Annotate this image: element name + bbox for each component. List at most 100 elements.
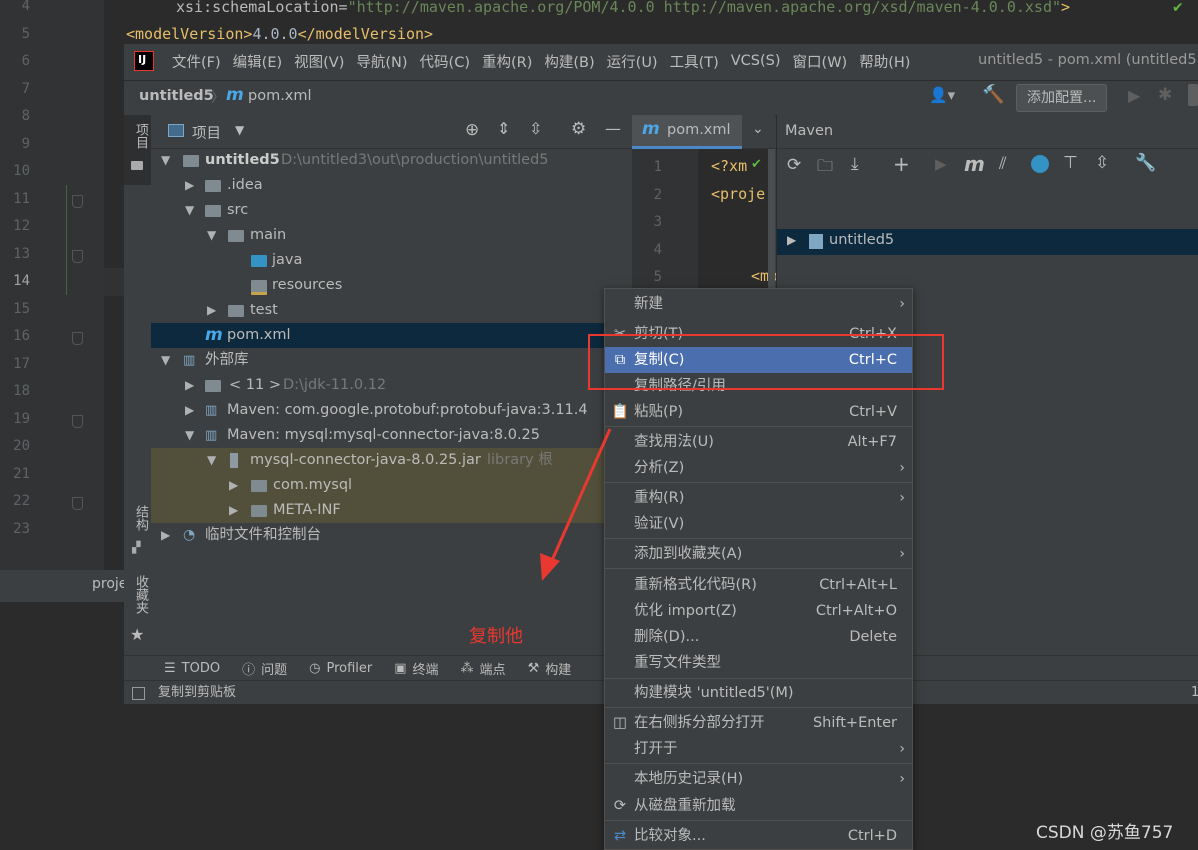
fold-marker-icon[interactable] [72,250,83,263]
chevron-right-icon[interactable]: ▶ [207,298,221,323]
chevron-down-icon[interactable]: ▼ [185,198,199,223]
menu-refactor[interactable]: 重构(R) [482,51,532,72]
menu-item-new[interactable]: 新建 › [605,291,912,317]
editor-scrollbar[interactable] [768,149,775,289]
add-configuration-button[interactable]: 添加配置... [1016,84,1108,112]
tree-item-project-root[interactable]: ▼ untitled5 D:\untitled3\out\production\… [151,148,632,173]
menu-item-reload-from-disk[interactable]: ⟳ 从磁盘重新加载 [605,793,912,819]
menu-item-find-usages[interactable]: 查找用法(U) Alt+F7 [605,429,912,455]
tree-item[interactable]: ▶ test [151,298,632,323]
menu-file[interactable]: 文件(F) [172,51,221,72]
collapse-all-icon[interactable]: ⇳ [529,119,542,138]
menu-code[interactable]: 代码(C) [420,51,470,72]
chevron-right-icon[interactable]: ▶ [185,373,199,398]
tree-item[interactable]: ▼ src [151,198,632,223]
chevron-down-icon[interactable]: ▼ [235,123,244,137]
menu-item-analyze[interactable]: 分析(Z) › [605,455,912,481]
debug-icon[interactable]: ✱ [1158,85,1172,105]
menu-tools[interactable]: 工具(T) [670,51,719,72]
breadcrumb-file[interactable]: pom.xml [248,88,312,104]
tab-pom-xml[interactable]: m pom.xml [632,115,742,149]
menu-navigate[interactable]: 导航(N) [356,51,407,72]
wrench-icon[interactable]: 🔧 [1135,153,1156,173]
tree-item[interactable]: ▼ ▥ 外部库 [151,348,632,373]
skip-tests-icon[interactable] [1031,155,1049,173]
menu-item-reformat[interactable]: 重新格式化代码(R) Ctrl+Alt+L [605,572,912,598]
menu-item-delete[interactable]: 删除(D)... Delete [605,624,912,650]
menu-item-paste[interactable]: 📋 粘贴(P) Ctrl+V [605,399,912,425]
tree-item[interactable]: ▶ < 11 > D:\jdk-11.0.12 [151,373,632,398]
coverage-icon[interactable] [1188,84,1198,106]
menu-run[interactable]: 运行(U) [607,51,658,72]
menu-vcs[interactable]: VCS(S) [731,53,781,69]
fold-marker-icon[interactable] [72,332,83,345]
run-icon[interactable]: ▶ [1128,86,1140,105]
tree-item[interactable]: ▶ .idea [151,173,632,198]
chevron-right-icon[interactable]: ▶ [185,398,199,423]
menu-edit[interactable]: 编辑(E) [233,51,282,72]
collapse-icon[interactable]: ⇳ [1095,153,1109,173]
gear-icon[interactable]: ⚙ [571,119,586,139]
maven-goal-icon[interactable]: m [964,152,985,176]
show-dependencies-icon[interactable]: ⊤ [1063,153,1078,173]
expand-all-icon[interactable]: ⇕ [497,119,510,138]
tool-profiler[interactable]: Profiler [326,661,372,676]
tool-todo[interactable]: TODO [182,661,220,676]
status-toggle-icon[interactable] [132,687,145,700]
plus-icon[interactable]: + [893,152,910,176]
tree-item[interactable]: java [151,248,632,273]
chevron-right-icon[interactable]: ▶ [161,523,175,548]
menu-help[interactable]: 帮助(H) [859,51,910,72]
maven-project-item[interactable]: ▶ untitled5 [777,229,1198,255]
menu-item-validate[interactable]: 验证(V) [605,511,912,537]
chevron-right-icon[interactable]: ▶ [185,173,199,198]
chevron-right-icon[interactable]: ▶ [787,233,796,247]
menu-item-compare[interactable]: ⇄ 比较对象... Ctrl+D [605,823,912,849]
fold-marker-icon[interactable] [72,497,83,510]
chevron-down-icon[interactable]: ⌄ [752,121,764,137]
toggle-offline-icon[interactable]: ⫽ [999,154,1007,174]
user-icon[interactable]: 👤▾ [929,86,955,104]
chevron-right-icon[interactable]: ▶ [229,498,243,523]
locate-icon[interactable]: ⊕ [465,120,479,140]
chevron-down-icon[interactable]: ▼ [161,148,175,173]
chevron-down-icon[interactable]: ▼ [161,348,175,373]
tool-problems[interactable]: 问题 [261,659,287,678]
fold-marker-icon[interactable] [72,195,83,208]
project-tool-tab[interactable]: 项目 [124,115,151,185]
menu-window[interactable]: 窗口(W) [793,51,848,72]
breadcrumb-project[interactable]: untitled5 [139,88,214,104]
tree-item[interactable]: ▶ ▥ Maven: com.google.protobuf:protobuf-… [151,398,632,423]
run-icon[interactable]: ▶ [935,155,947,173]
reload-icon[interactable]: ⟳ [787,155,801,175]
add-maven-project-icon[interactable]: 🗀 [817,155,833,182]
tool-endpoints[interactable]: 端点 [480,659,506,678]
menu-build[interactable]: 构建(B) [544,51,594,72]
fold-marker-icon[interactable] [72,415,83,428]
menu-item-override-file-type[interactable]: 重写文件类型 [605,650,912,676]
hide-icon[interactable]: — [605,119,621,138]
menu-view[interactable]: 视图(V) [294,51,344,72]
favorites-tool-tab[interactable]: 收藏夹 ★ [124,575,151,650]
tool-terminal[interactable]: 终端 [413,659,439,678]
tree-item-selected[interactable]: m pom.xml [151,323,632,348]
menu-item-optimize-imports[interactable]: 优化 import(Z) Ctrl+Alt+O [605,598,912,624]
menu-item-open-split[interactable]: ◫ 在右侧拆分部分打开 Shift+Enter [605,710,912,736]
menu-item-local-history[interactable]: 本地历史记录(H) › [605,766,912,792]
download-icon[interactable]: ⤓ [851,154,859,174]
chevron-down-icon[interactable]: ▼ [185,423,199,448]
tree-item[interactable]: ▼ main [151,223,632,248]
chevron-right-icon[interactable]: ▶ [229,473,243,498]
menu-item-open-in[interactable]: 打开于 › [605,736,912,762]
tree-item[interactable]: resources [151,273,632,298]
tool-build[interactable]: 构建 [545,659,571,678]
hammer-icon[interactable]: 🔨 [982,84,1004,105]
project-panel-title[interactable]: 项目 [192,122,221,143]
structure-tool-tab[interactable]: 结构 ▞ [124,505,151,565]
project-tab[interactable]: proje [92,576,127,592]
menu-item-refactor[interactable]: 重构(R) › [605,485,912,511]
chevron-down-icon[interactable]: ▼ [207,223,221,248]
chevron-down-icon[interactable]: ▼ [207,448,221,473]
menu-item-build-module[interactable]: 构建模块 'untitled5'(M) [605,680,912,706]
menu-item-add-favorites[interactable]: 添加到收藏夹(A) › [605,541,912,567]
